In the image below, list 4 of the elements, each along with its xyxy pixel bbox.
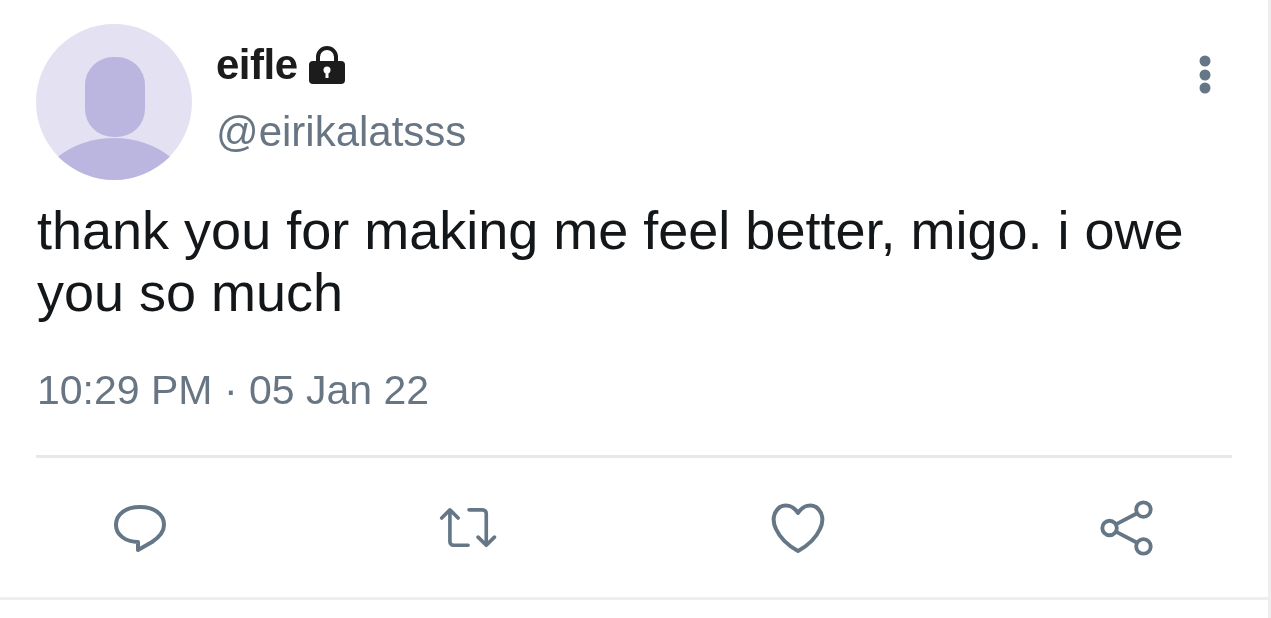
user-handle: @eirikalatsss xyxy=(216,111,468,153)
display-name: eifle xyxy=(216,44,298,86)
tweet-text: thank you for making me feel better, migo. i owe you so much xyxy=(36,199,1185,323)
tweet-timestamp: 10:29 PM · 05 Jan 22 xyxy=(36,370,431,411)
